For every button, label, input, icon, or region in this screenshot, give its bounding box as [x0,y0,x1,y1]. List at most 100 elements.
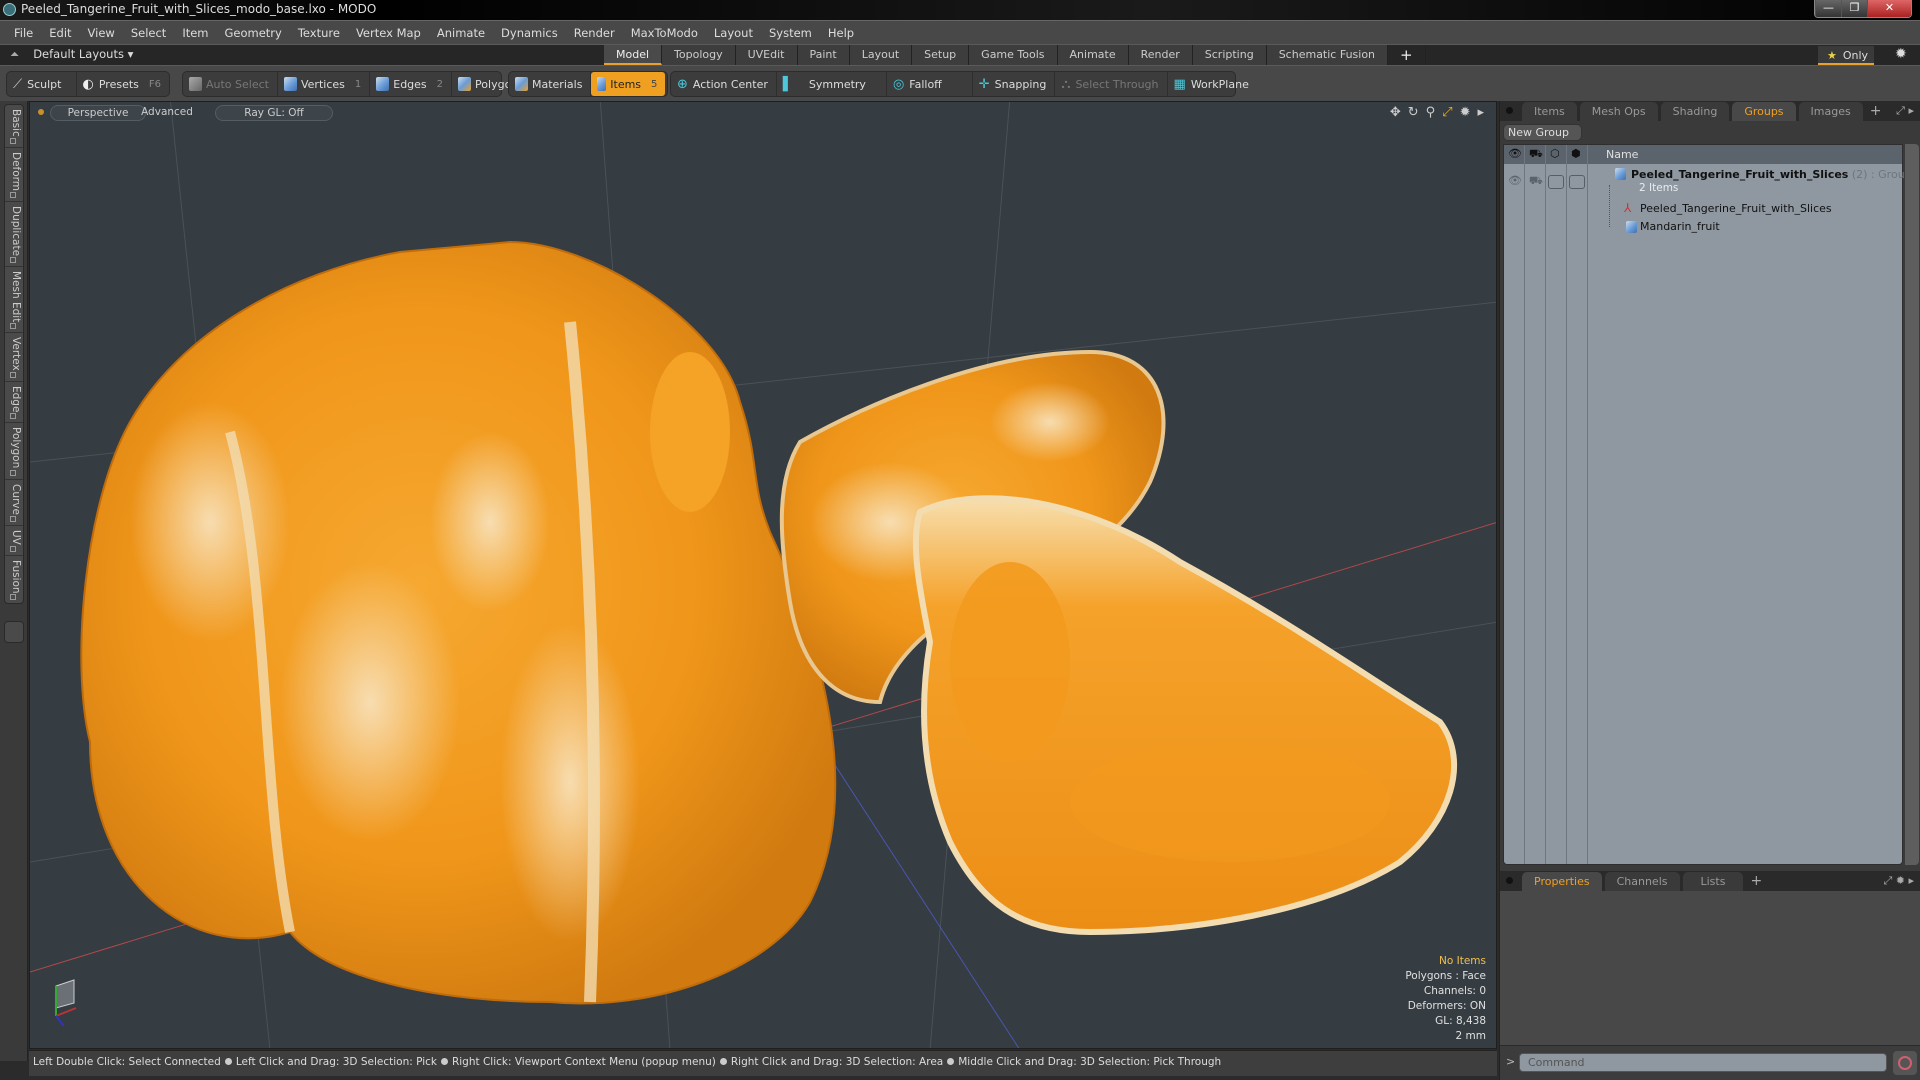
command-input[interactable]: Command [1519,1053,1887,1072]
tab-uvedit[interactable]: UVEdit [735,45,798,65]
row-select-toggle[interactable] [1569,175,1585,189]
render-camera-icon[interactable]: ⛟ [1529,147,1543,162]
tab-fusion[interactable]: Fusion [5,556,23,604]
select-cube-icon[interactable]: ⬢ [1571,147,1581,160]
menu-geometry[interactable]: Geometry [217,26,290,40]
layouts-dropdown[interactable]: ⏶ Default Layouts ▾ [10,47,133,62]
row-render-icon[interactable]: ⛟ [1529,174,1543,189]
menu-item[interactable]: Item [174,26,216,40]
tab-properties[interactable]: Properties [1522,872,1602,891]
tab-lists[interactable]: Lists [1682,872,1744,891]
collapsed-tab-button[interactable] [4,621,24,643]
tree-scrollbar[interactable] [1905,144,1919,865]
fit-icon[interactable]: ⤢ [1442,105,1452,120]
tab-schematic-fusion[interactable]: Schematic Fusion [1266,45,1389,65]
falloff-button[interactable]: ◎ Falloff [887,72,973,96]
items-button[interactable]: Items 5 [591,72,666,96]
close-button[interactable]: ✕ [1867,0,1911,17]
panel-menu-dot[interactable] [1506,107,1513,114]
menu-render[interactable]: Render [566,26,623,40]
add-properties-tab-button[interactable]: + [1746,871,1766,891]
sculpt-button[interactable]: ⟋ Sculpt [7,72,77,96]
collapse-up-icon[interactable]: ⏶ [10,47,19,61]
tab-animate[interactable]: Animate [1057,45,1129,65]
menu-view[interactable]: View [80,26,123,40]
menu-help[interactable]: Help [820,26,862,40]
workplane-button[interactable]: ▦ WorkPlane [1168,72,1257,96]
vertices-button[interactable]: Vertices 1 [278,72,371,96]
tab-deform[interactable]: Deform [5,148,23,202]
3d-viewport[interactable]: Perspective Advanced Ray GL: Off ✥ ↻ ⚲ ⤢… [29,101,1497,1049]
tree-row-child[interactable]: ⅄ Peeled_Tangerine_Fruit_with_Slices [1504,200,1902,218]
tab-uv[interactable]: UV [5,526,23,556]
tab-render[interactable]: Render [1128,45,1193,65]
tab-game-tools[interactable]: Game Tools [969,45,1058,65]
panel-expand-icon[interactable]: ⤢ ▸ [1896,104,1914,118]
tree-row-child[interactable]: Mandarin_fruit [1504,218,1902,236]
record-macro-button[interactable] [1893,1051,1917,1075]
properties-expand-icon[interactable]: ⤢ ✹ ▸ [1883,874,1914,888]
new-group-button[interactable]: New Group [1503,124,1582,141]
tab-curve[interactable]: Curve [5,480,23,526]
tree-row-group[interactable]: 👁 ⛟ Peeled_Tangerine_Fruit_with_Slices (… [1504,165,1912,199]
tab-topology[interactable]: Topology [662,45,736,65]
tab-scripting[interactable]: Scripting [1192,45,1267,65]
tab-polygon[interactable]: Polygon [5,423,23,480]
select-through-button[interactable]: ⛬ Select Through [1055,72,1168,96]
pan-icon[interactable]: ✥ [1390,105,1401,120]
tab-model[interactable]: Model [604,45,663,65]
tab-groups[interactable]: Groups [1732,102,1796,121]
peeled-tangerine-mesh[interactable] [80,240,837,1005]
only-button[interactable]: ★ Only [1818,46,1874,65]
snapping-button[interactable]: ✛ Snapping [973,72,1056,96]
menu-animate[interactable]: Animate [429,26,493,40]
row-lock-toggle[interactable] [1548,175,1564,189]
materials-button[interactable]: Materials [509,72,592,96]
restore-button[interactable]: ❐ [1841,0,1867,17]
tab-mesh-ops[interactable]: Mesh Ops [1579,102,1658,121]
auto-select-button[interactable]: Auto Select [183,72,278,96]
menu-layout[interactable]: Layout [706,26,761,40]
menu-system[interactable]: System [761,26,820,40]
tab-layout[interactable]: Layout [849,45,913,65]
tab-edge[interactable]: Edge [5,382,23,424]
lock-cube-icon[interactable]: ⬡ [1550,147,1560,160]
name-column-header[interactable]: Name [1606,148,1638,161]
visibility-eye-icon[interactable]: 👁 [1508,147,1522,160]
tab-paint[interactable]: Paint [797,45,850,65]
tangerine-slice-front-mesh[interactable] [912,495,1457,936]
action-center-button[interactable]: ⊕ Action Center [671,72,777,96]
add-layout-tab-button[interactable]: + [1388,45,1426,65]
raygl-button[interactable]: Ray GL: Off [215,105,333,121]
tab-channels[interactable]: Channels [1604,872,1680,891]
symmetry-button[interactable]: ▌ Symmetry [777,72,887,96]
rotate-icon[interactable]: ↻ [1408,105,1419,120]
tab-mesh-edit[interactable]: Mesh Edit [5,267,23,334]
row-visibility-eye-icon[interactable]: 👁 [1508,174,1522,187]
tab-basic[interactable]: Basic [5,105,23,148]
gear-icon[interactable]: ✹ [1895,46,1907,62]
tab-shading[interactable]: Shading [1660,102,1730,121]
minimize-button[interactable]: — [1815,0,1841,17]
menu-dynamics[interactable]: Dynamics [493,26,566,40]
expand-arrow-icon[interactable]: ▸ [1477,105,1484,120]
presets-button[interactable]: ◐ Presets F6 [77,72,170,96]
tab-duplicate[interactable]: Duplicate [5,202,23,267]
menu-file[interactable]: File [6,26,41,40]
menu-maxtomodo[interactable]: MaxToModo [623,26,706,40]
viewport-menu-dot[interactable] [38,109,44,115]
tab-setup[interactable]: Setup [912,45,970,65]
tab-vertex[interactable]: Vertex [5,333,23,382]
zoom-icon[interactable]: ⚲ [1426,105,1436,120]
add-panel-tab-button[interactable]: + [1866,101,1886,121]
edges-button[interactable]: Edges 2 [370,72,453,96]
tab-items[interactable]: Items [1522,102,1577,121]
menu-texture[interactable]: Texture [290,26,348,40]
menu-vertex-map[interactable]: Vertex Map [348,26,429,40]
tab-images[interactable]: Images [1798,102,1863,121]
menu-select[interactable]: Select [123,26,174,40]
viewport-settings-icon[interactable]: ✹ [1460,105,1471,120]
properties-menu-dot[interactable] [1506,877,1513,884]
shading-mode-button[interactable]: Advanced [128,105,206,121]
menu-edit[interactable]: Edit [41,26,79,40]
